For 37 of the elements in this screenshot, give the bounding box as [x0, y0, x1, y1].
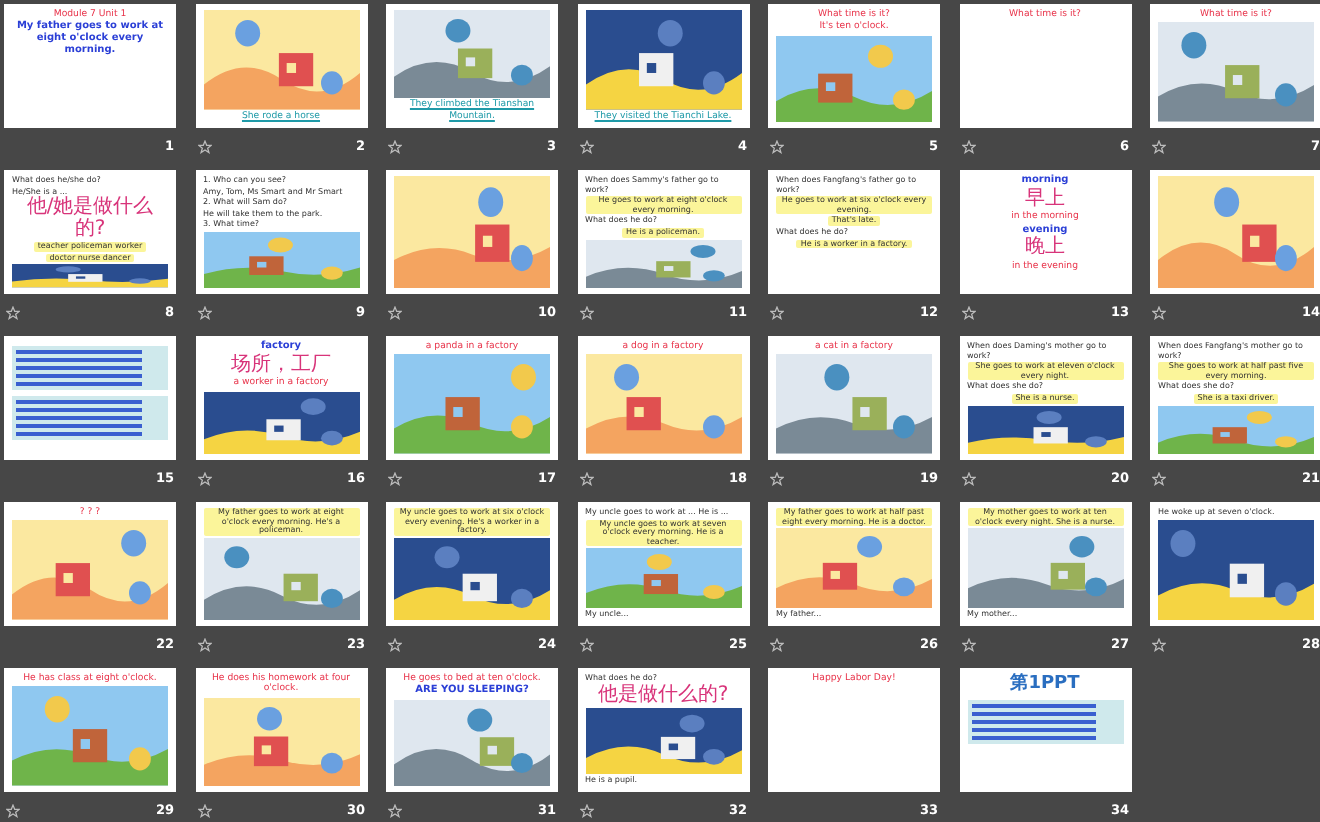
slide-thumbnail[interactable]: [4, 336, 176, 460]
slide-text: 他/她是做什么的?: [24, 198, 156, 241]
animation-star-icon[interactable]: [1152, 471, 1166, 485]
animation-star-icon[interactable]: [770, 139, 784, 153]
animation-star-icon[interactable]: [197, 637, 211, 651]
animation-star-icon[interactable]: [197, 139, 211, 153]
animation-star-icon[interactable]: [197, 305, 211, 319]
animation-star-icon[interactable]: [770, 637, 784, 651]
animation-star-icon[interactable]: [961, 471, 975, 485]
animation-star-icon[interactable]: [388, 139, 402, 153]
slide-text: 早上: [1025, 189, 1065, 211]
animation-star-icon[interactable]: [579, 305, 593, 319]
animation-star-icon[interactable]: [961, 305, 975, 319]
animation-star-icon[interactable]: [770, 305, 784, 319]
animation-star-icon[interactable]: [197, 803, 211, 817]
animation-star-icon[interactable]: [579, 139, 593, 153]
animation-star-icon[interactable]: [1152, 139, 1166, 153]
animation-star-icon[interactable]: [579, 803, 593, 817]
slide-text: 场所，工厂: [231, 355, 331, 377]
animation-star-icon[interactable]: [388, 305, 402, 319]
animation-star-icon[interactable]: [1152, 305, 1166, 319]
animation-star-icon[interactable]: [961, 139, 975, 153]
animation-star-icon[interactable]: [6, 305, 20, 319]
animation-star-icon[interactable]: [770, 471, 784, 485]
animation-star-icon[interactable]: [388, 803, 402, 817]
logo-text: 第1PPT: [1010, 674, 1080, 695]
slide-text: 晚上: [1025, 238, 1065, 260]
animation-star-icon[interactable]: [579, 637, 593, 651]
animation-star-icon[interactable]: [1152, 637, 1166, 651]
slide-thumbnail[interactable]: 第1PPT: [959, 668, 1131, 792]
animation-star-icon[interactable]: [388, 637, 402, 651]
animation-star-icon[interactable]: [579, 471, 593, 485]
animation-star-icon[interactable]: [197, 471, 211, 485]
animation-star-icon[interactable]: [6, 803, 20, 817]
slide-text: 他是做什么的?: [597, 685, 729, 707]
animation-star-icon[interactable]: [388, 471, 402, 485]
animation-star-icon[interactable]: [961, 637, 975, 651]
